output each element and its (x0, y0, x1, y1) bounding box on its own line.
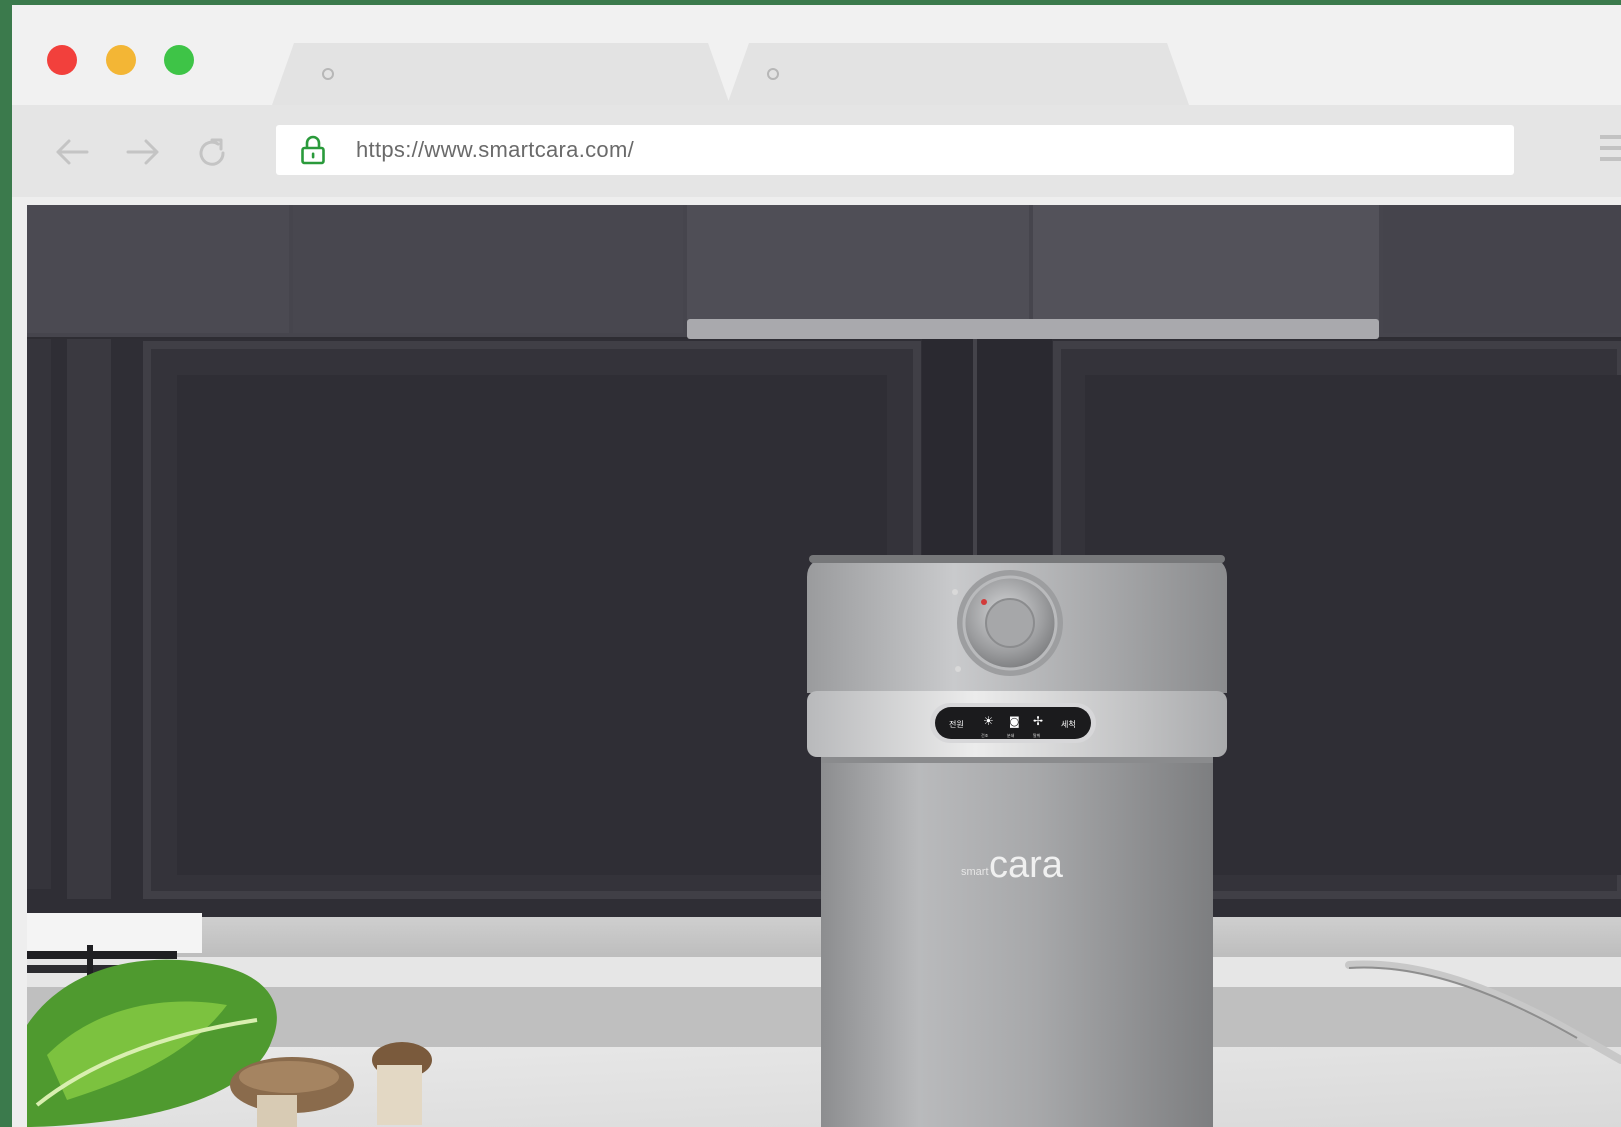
panel-button-dry: 건조 (981, 732, 989, 738)
arrow-left-icon[interactable] (54, 136, 90, 168)
panel-button-power: 전원 (949, 719, 964, 729)
brand-logo: cara (989, 844, 1064, 886)
sun-icon: ☀ (983, 714, 994, 728)
panel-button-clean: 세척 (1061, 720, 1076, 729)
close-window-button[interactable] (47, 45, 77, 75)
browser-window: https://www.smartcara.com/ 전원 건조 분쇄 탈취 세… (12, 5, 1621, 1127)
hero-image: 전원 건조 분쇄 탈취 세척 ☀ ◙ ✢ smart cara (27, 205, 1621, 1127)
url-text: https://www.smartcara.com/ (356, 137, 634, 162)
tab-close-icon[interactable] (767, 68, 779, 80)
panel-button-grind: 분쇄 (1007, 732, 1015, 738)
lock-icon (301, 135, 325, 165)
page-viewport: 전원 건조 분쇄 탈취 세척 ☀ ◙ ✢ smart cara (27, 205, 1621, 1127)
minimize-window-button[interactable] (106, 45, 136, 75)
browser-tab[interactable] (727, 43, 1189, 105)
hamburger-icon[interactable] (1600, 135, 1621, 165)
browser-tab[interactable] (272, 43, 730, 105)
maximize-window-button[interactable] (164, 45, 194, 75)
arrow-right-icon[interactable] (125, 136, 161, 168)
tab-close-icon[interactable] (322, 68, 334, 80)
reload-icon[interactable] (194, 136, 230, 168)
browser-toolbar: https://www.smartcara.com/ (12, 105, 1621, 197)
address-bar[interactable]: https://www.smartcara.com/ (276, 125, 1514, 175)
grind-icon: ◙ (1009, 715, 1020, 728)
brand-small: smart (961, 866, 989, 878)
fan-icon: ✢ (1033, 714, 1043, 728)
title-bar (12, 5, 1621, 105)
panel-button-deodorize: 탈취 (1033, 732, 1041, 738)
